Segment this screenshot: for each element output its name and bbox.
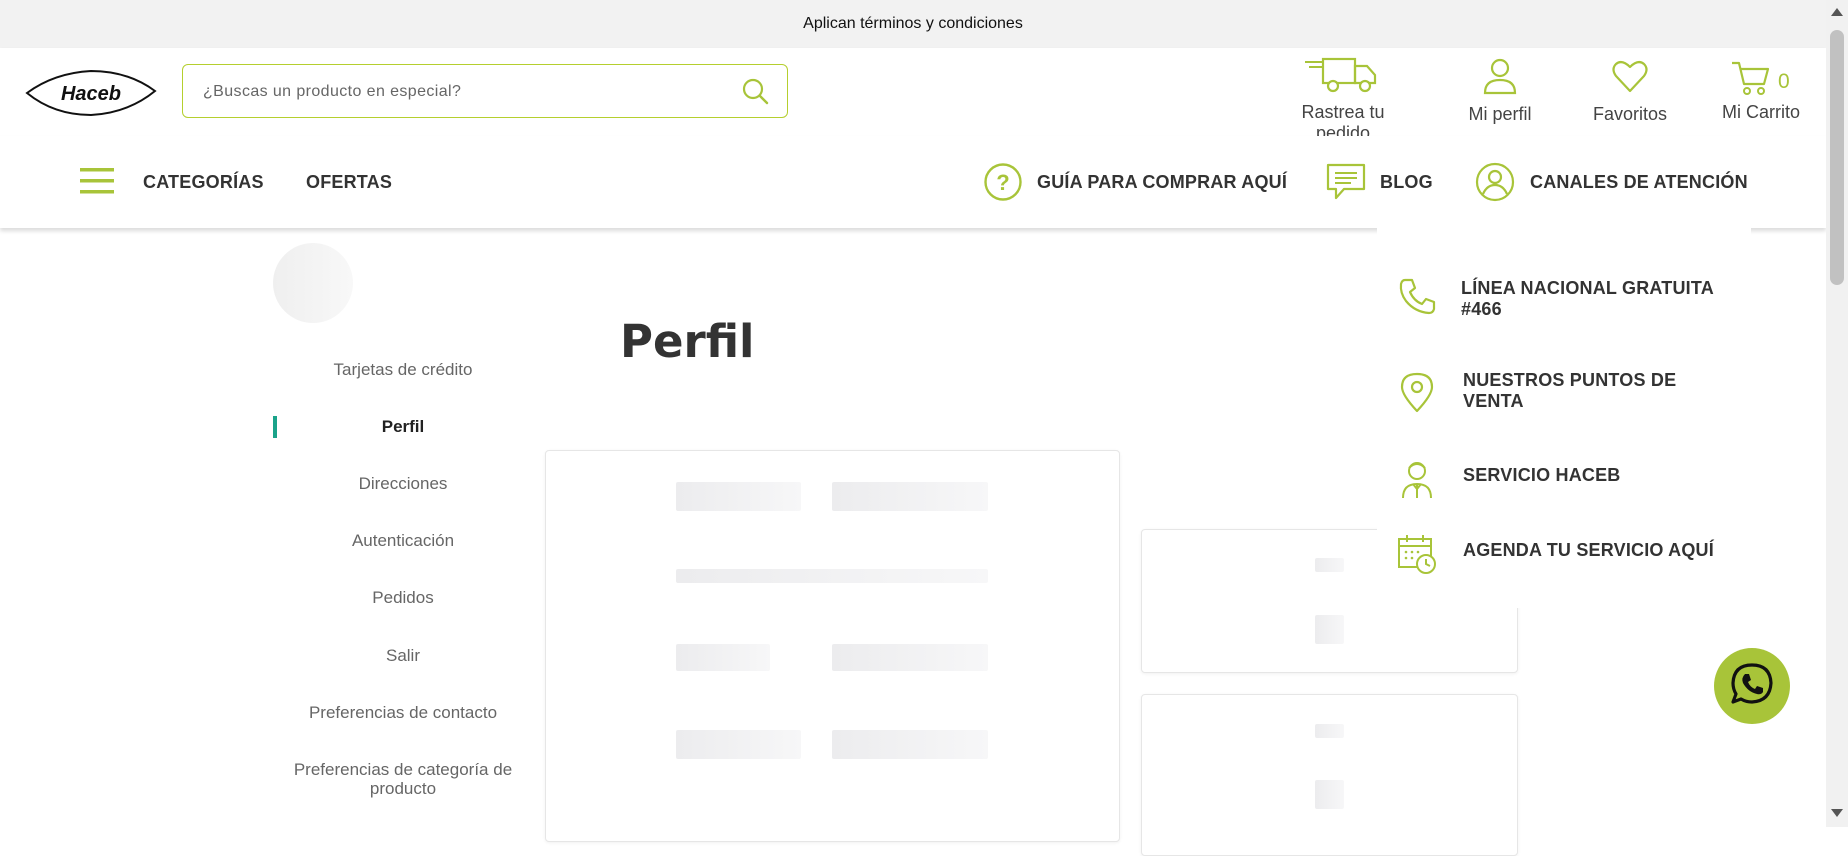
sidebar-item-profile[interactable]: Perfil [273,417,533,437]
sidebar-item-addresses[interactable]: Direcciones [273,474,533,494]
phone-icon [1397,276,1437,316]
channel-schedule-service-label: AGENDA TU SERVICIO AQUÍ [1463,540,1714,560]
skeleton-line [832,644,988,671]
nav-buying-guide[interactable]: GUÍA PARA COMPRAR AQUÍ [1037,172,1287,193]
page-scrollbar[interactable] [1826,0,1848,827]
side-card-loading [1141,694,1518,856]
main-nav: CATEGORÍAS OFERTAS ? GUÍA PARA COMPRAR A… [0,136,1826,228]
nav-offers[interactable]: OFERTAS [306,172,392,193]
sidebar-item-credit-cards[interactable]: Tarjetas de crédito [273,360,533,380]
skeleton-line [1315,615,1344,644]
favorites-link[interactable]: Favoritos [1588,56,1672,125]
track-order-link[interactable]: Rastrea tu pedido [1272,56,1414,144]
whatsapp-icon [1729,661,1775,712]
sidebar-item-logout[interactable]: Salir [273,646,533,666]
my-profile-link[interactable]: Mi perfil [1462,56,1538,125]
search-icon[interactable] [741,77,769,105]
menu-icon[interactable] [80,166,114,201]
skeleton-line [676,644,770,671]
skeleton-line [1315,780,1344,809]
skeleton-line [832,482,988,511]
profile-card-loading [545,450,1120,842]
scroll-thumb[interactable] [1830,30,1844,285]
location-pin-icon [1397,371,1437,413]
cart-icon [1730,58,1770,96]
channel-points-of-sale-label: NUESTROS PUNTOS DE VENTA [1463,370,1677,411]
page-title: Perfil [620,315,755,368]
skeleton-line [676,730,801,759]
nav-service-channels[interactable]: CANALES DE ATENCIÓN [1530,172,1748,193]
calendar-clock-icon [1397,533,1437,574]
cart-link[interactable]: 0 Mi Carrito [1718,56,1804,123]
sidebar-item-authentication[interactable]: Autenticación [273,531,533,551]
sidebar-item-contact-preferences[interactable]: Preferencias de contacto [273,703,533,723]
nav-categories[interactable]: CATEGORÍAS [143,172,264,193]
technician-icon [1397,458,1437,499]
terms-banner-text: Aplican términos y condiciones [803,15,1023,32]
skeleton-line [676,482,801,511]
skeleton-line [1315,558,1344,572]
site-header: Haceb Rastrea tu pedido [0,48,1826,143]
skeleton-line [1315,724,1344,738]
heart-icon [1588,56,1672,96]
question-circle-icon[interactable]: ? [983,162,1023,207]
avatar-placeholder [273,243,353,323]
service-channels-dropdown: LÍNEA NACIONAL GRATUITA #466 NUESTROS PU… [1377,228,1751,608]
search-box [182,64,788,118]
my-profile-label: Mi perfil [1468,104,1532,124]
channel-haceb-service-label: SERVICIO HACEB [1463,465,1621,485]
cart-label: Mi Carrito [1721,102,1800,122]
skeleton-line [832,730,988,759]
svg-text:?: ? [996,170,1009,195]
channel-national-line-label: LÍNEA NACIONAL GRATUITA #466 [1461,278,1714,319]
search-input[interactable] [201,65,725,118]
nav-blog[interactable]: BLOG [1380,172,1433,193]
scroll-up-icon[interactable] [1826,6,1848,18]
chat-bubble-icon[interactable] [1326,163,1366,206]
cart-count: 0 [1778,70,1790,93]
terms-banner: Aplican términos y condiciones [0,0,1826,48]
sidebar-item-orders[interactable]: Pedidos [273,588,533,608]
whatsapp-button[interactable] [1714,648,1790,724]
sidebar-item-category-preferences[interactable]: Preferencias de categoría de producto [273,760,533,798]
user-icon [1462,56,1538,96]
haceb-logo[interactable]: Haceb [24,67,158,119]
user-circle-icon[interactable] [1475,162,1515,207]
favorites-label: Favoritos [1592,104,1668,124]
truck-icon [1272,56,1414,96]
logo-text: Haceb [61,83,121,105]
skeleton-line [676,569,988,583]
scroll-down-icon[interactable] [1826,807,1848,819]
